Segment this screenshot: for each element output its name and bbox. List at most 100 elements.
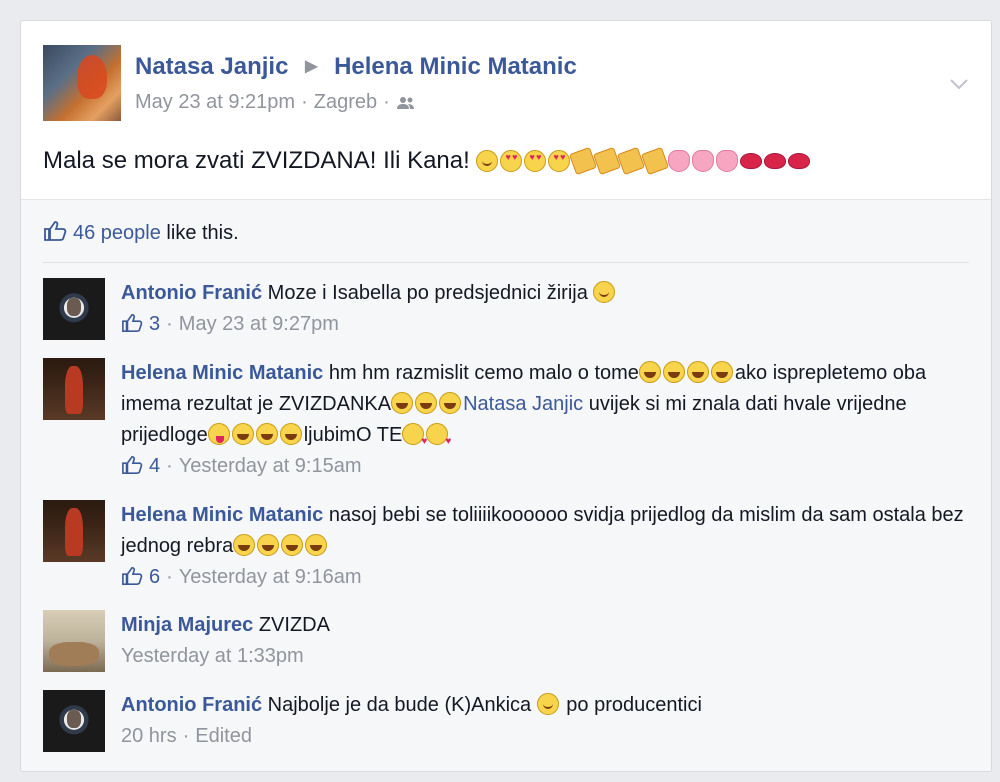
- meta-separator: ·: [182, 725, 190, 747]
- comment-like-count[interactable]: 4: [149, 455, 160, 477]
- thumbs-up-icon[interactable]: [121, 565, 143, 596]
- comment-author-link[interactable]: Antonio Franić: [121, 282, 262, 304]
- post-timestamp[interactable]: May 23 at 9:21pm: [135, 91, 295, 113]
- meta-separator: ·: [383, 91, 390, 113]
- post-header: Natasa Janjic ▶ Helena Minic Matanic May…: [43, 45, 991, 125]
- comment-meta: 20 hrs · Edited: [121, 721, 969, 752]
- tongue-emoji-icon: [207, 423, 230, 445]
- comment-timestamp[interactable]: 20 hrs: [121, 725, 177, 747]
- laughing-emoji-icon: [686, 361, 709, 383]
- comment-author-link[interactable]: Helena Minic Matanic: [121, 362, 323, 384]
- comment-text: ZVIZDA: [258, 614, 330, 636]
- commenter-avatar[interactable]: [43, 500, 105, 562]
- heart-eyes-emoji-icon: [548, 150, 571, 172]
- comment-body: Minja Majurec ZVIZDA Yesterday at 1:33pm: [121, 610, 969, 672]
- mention-link[interactable]: Natasa Janjic: [463, 393, 583, 415]
- party-popper-icon: [641, 146, 670, 176]
- chevron-down-icon[interactable]: [949, 73, 969, 96]
- laughing-emoji-icon: [231, 423, 254, 445]
- laughing-emoji-icon: [233, 534, 256, 556]
- comment-text: po producentici: [560, 694, 702, 716]
- laughing-emoji-icon: [391, 392, 414, 414]
- comment-text: Moze i Isabella po predsjednici žirija: [267, 282, 588, 304]
- comment-author-link[interactable]: Helena Minic Matanic: [121, 504, 323, 526]
- laughing-emoji-icon: [439, 392, 462, 414]
- sparkling-heart-icon: [692, 150, 715, 172]
- laughing-emoji-icon: [305, 534, 328, 556]
- post-body-text: Mala se mora zvati ZVIZDANA! Ili Kana!: [43, 147, 470, 174]
- comment-text: Najbolje je da bude (K)Ankica: [267, 694, 532, 716]
- comment-timestamp[interactable]: Yesterday at 9:15am: [179, 455, 362, 477]
- meta-separator: ·: [166, 455, 173, 477]
- smile-emoji-icon: [593, 281, 616, 303]
- laughing-emoji-icon: [279, 423, 302, 445]
- commenter-avatar[interactable]: [43, 358, 105, 420]
- commenter-avatar[interactable]: [43, 278, 105, 340]
- comment-item: Helena Minic Matanic hm hm razmislit cem…: [43, 358, 969, 486]
- comment-timestamp[interactable]: May 23 at 9:27pm: [179, 313, 339, 335]
- laughing-emoji-icon: [415, 392, 438, 414]
- comment-body: Antonio Franić Najbolje je da bude (K)An…: [121, 690, 969, 752]
- comment-author-link[interactable]: Minja Majurec: [121, 614, 253, 636]
- comment-item: Antonio Franić Moze i Isabella po predsj…: [43, 278, 969, 344]
- thumbs-up-icon: [43, 220, 67, 248]
- heart-eyes-emoji-icon: [500, 150, 523, 172]
- party-popper-icon: [617, 146, 646, 176]
- laughing-emoji-icon: [257, 534, 280, 556]
- comment-text: hm hm razmislit cemo malo o tome: [328, 362, 639, 384]
- lips-icon: [788, 153, 811, 169]
- post-meta: May 23 at 9:21pm · Zagreb ·: [135, 91, 416, 116]
- comment-body: Helena Minic Matanic hm hm razmislit cem…: [121, 358, 969, 485]
- kiss-emoji-icon: [402, 423, 427, 457]
- laughing-emoji-icon: [281, 534, 304, 556]
- comment-meta: Yesterday at 1:33pm: [121, 641, 969, 672]
- laughing-emoji-icon: [662, 361, 685, 383]
- sparkling-heart-icon: [668, 150, 691, 172]
- comment-body: Helena Minic Matanic nasoj bebi se tolii…: [121, 500, 969, 596]
- heart-eyes-emoji-icon: [524, 150, 547, 172]
- post-text: Mala se mora zvati ZVIZDANA! Ili Kana!: [43, 146, 812, 176]
- party-popper-icon: [569, 146, 598, 176]
- post-card: Natasa Janjic ▶ Helena Minic Matanic May…: [20, 20, 992, 772]
- sparkling-heart-icon: [716, 150, 739, 172]
- thumbs-up-icon[interactable]: [121, 312, 143, 343]
- comment-timestamp[interactable]: Yesterday at 1:33pm: [121, 645, 304, 667]
- comment-meta: 3 · May 23 at 9:27pm: [121, 309, 969, 343]
- wink-emoji-icon: [476, 150, 499, 172]
- lips-icon: [740, 153, 763, 169]
- party-popper-icon: [593, 146, 622, 176]
- lips-icon: [764, 153, 787, 169]
- comment-item: Antonio Franić Najbolje je da bude (K)An…: [43, 690, 969, 756]
- comment-text: ljubimO TE: [303, 424, 403, 446]
- smile-emoji-icon: [536, 693, 559, 715]
- comment-author-link[interactable]: Antonio Franić: [121, 694, 262, 716]
- comment-item: Minja Majurec ZVIZDA Yesterday at 1:33pm: [43, 610, 969, 676]
- comment-meta: 4 · Yesterday at 9:15am: [121, 451, 969, 485]
- meta-separator: ·: [166, 313, 173, 335]
- thumbs-up-icon[interactable]: [121, 454, 143, 485]
- likes-count-link[interactable]: 46 people: [73, 222, 161, 244]
- arrow-right-icon: ▶: [305, 58, 318, 75]
- likes-suffix: like this.: [160, 222, 239, 244]
- friends-icon[interactable]: [396, 93, 416, 116]
- commenter-avatar[interactable]: [43, 690, 105, 752]
- kiss-emoji-icon: [426, 423, 451, 457]
- comment-edited-label[interactable]: Edited: [195, 725, 252, 747]
- comment-meta: 6 · Yesterday at 9:16am: [121, 562, 969, 596]
- post-emojis: [476, 146, 812, 176]
- comment-item: Helena Minic Matanic nasoj bebi se tolii…: [43, 500, 969, 596]
- post-author-link[interactable]: Natasa Janjic: [135, 53, 288, 80]
- likes-summary: 46 people like this.: [43, 220, 239, 248]
- meta-separator: ·: [301, 91, 308, 113]
- comment-like-count[interactable]: 6: [149, 566, 160, 588]
- laughing-emoji-icon: [255, 423, 278, 445]
- meta-separator: ·: [166, 566, 173, 588]
- author-avatar[interactable]: [43, 45, 121, 121]
- post-location[interactable]: Zagreb: [314, 91, 377, 113]
- comment-body: Antonio Franić Moze i Isabella po predsj…: [121, 278, 969, 343]
- comment-like-count[interactable]: 3: [149, 313, 160, 335]
- feedback-section: 46 people like this. Antonio Franić Moze…: [21, 199, 991, 771]
- commenter-avatar[interactable]: [43, 610, 105, 672]
- comment-timestamp[interactable]: Yesterday at 9:16am: [179, 566, 362, 588]
- post-target-link[interactable]: Helena Minic Matanic: [334, 53, 577, 80]
